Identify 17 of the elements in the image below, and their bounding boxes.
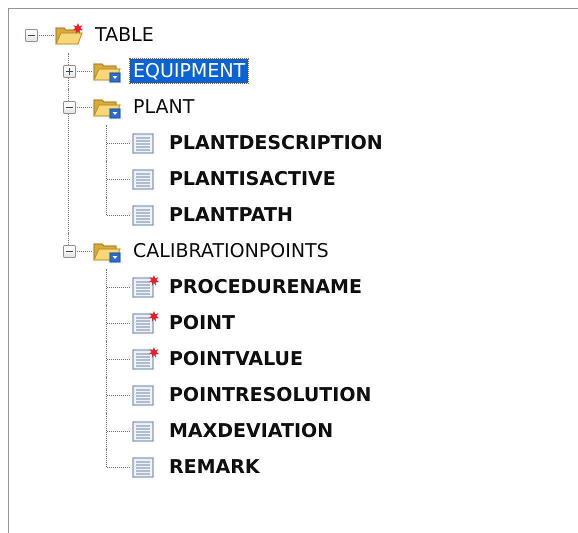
tree-item[interactable]: MAXDEVIATION bbox=[166, 419, 336, 443]
tree-item[interactable]: POINTRESOLUTION bbox=[166, 383, 374, 407]
tree-item[interactable]: POINTVALUE bbox=[166, 347, 306, 371]
tree-item[interactable]: PLANTISACTIVE bbox=[166, 167, 339, 191]
expand-toggle[interactable] bbox=[62, 64, 76, 78]
tree-item[interactable]: EQUIPMENT bbox=[130, 59, 248, 83]
collapse-toggle[interactable] bbox=[62, 244, 76, 258]
tree-item[interactable]: POINT bbox=[166, 311, 238, 335]
tree-item[interactable]: PLANT bbox=[130, 95, 198, 119]
tree-item[interactable]: PROCEDURENAME bbox=[166, 275, 365, 299]
tree-item[interactable]: REMARK bbox=[166, 455, 263, 479]
tree-item[interactable]: TABLE bbox=[92, 23, 157, 47]
tree-item[interactable]: PLANTPATH bbox=[166, 203, 296, 227]
collapse-toggle[interactable] bbox=[24, 28, 38, 42]
tree-item[interactable]: CALIBRATIONPOINTS bbox=[130, 239, 332, 263]
tree-item[interactable]: PLANTDESCRIPTION bbox=[166, 131, 386, 155]
collapse-toggle[interactable] bbox=[62, 100, 76, 114]
